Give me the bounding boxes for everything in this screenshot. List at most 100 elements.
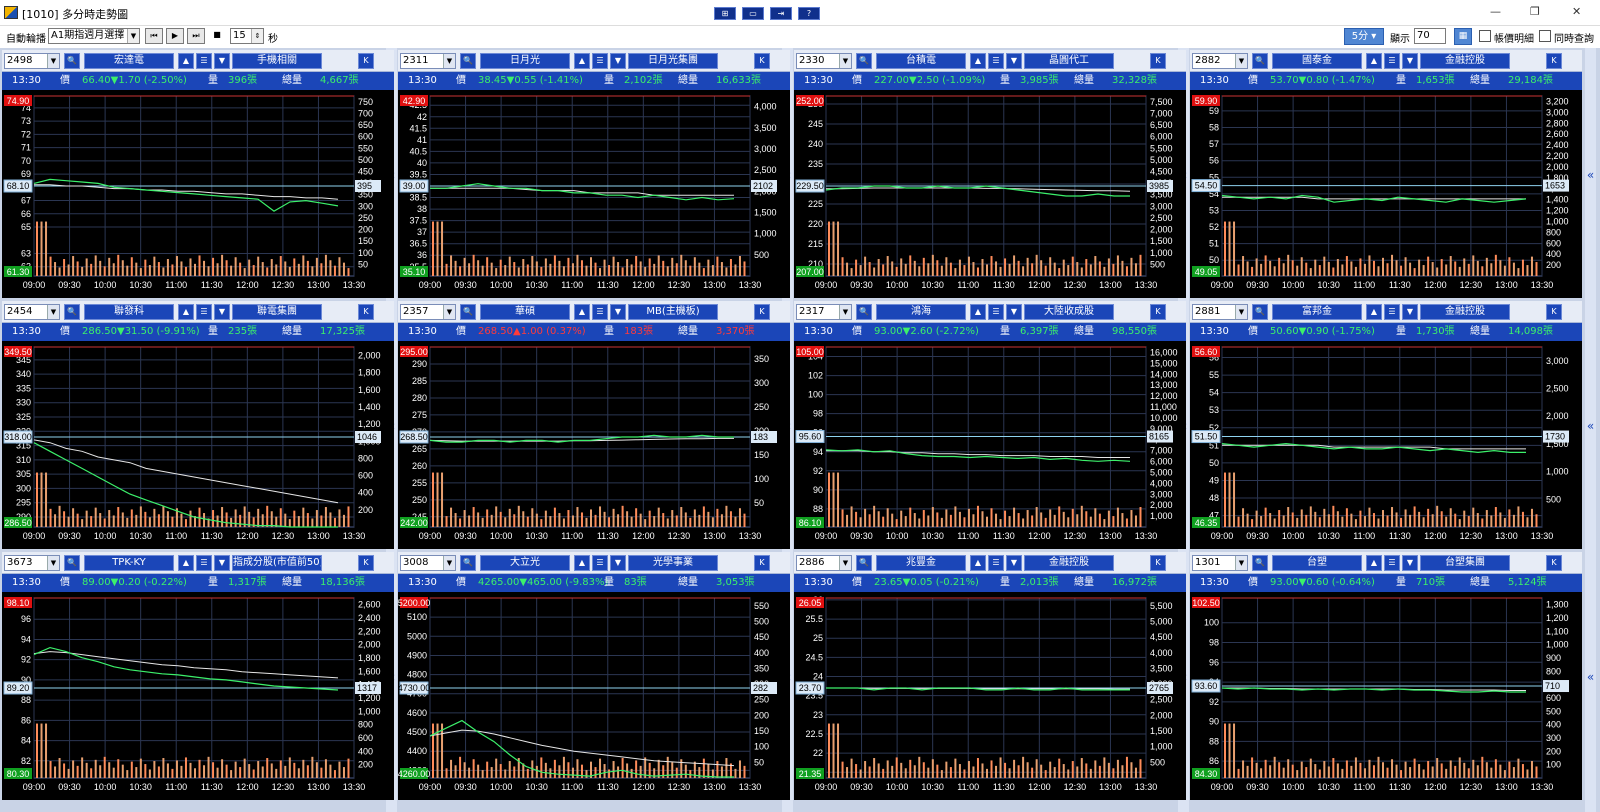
stock-name-button[interactable]: 日月光 [480,53,570,69]
k-chart-button[interactable]: K [754,555,770,571]
stock-name-button[interactable]: 宏達電 [84,53,174,69]
stock-name-button[interactable]: 華碩 [480,304,570,320]
arrow-down-icon[interactable]: ▼ [610,555,626,571]
stock-code-select[interactable]: 2882 ▼ [1192,53,1248,69]
arrow-up-icon[interactable]: ▲ [574,53,590,69]
grid-icon[interactable]: ▦ [1454,28,1472,45]
search-icon[interactable]: 🔍 [1252,304,1268,320]
auto-select[interactable]: A1期指週月選擇 ▼ [48,28,140,44]
group-button[interactable]: 手機相關 [232,53,322,69]
search-icon[interactable]: 🔍 [64,304,80,320]
stock-name-button[interactable]: 富邦金 [1272,304,1362,320]
arrow-down-icon[interactable]: ▼ [214,555,230,571]
search-icon[interactable]: 🔍 [64,53,80,69]
search-icon[interactable]: 🔍 [856,555,872,571]
list-icon[interactable]: ☰ [1384,53,1400,69]
last-button[interactable]: ⏭ [187,28,205,44]
stock-name-button[interactable]: 聯發科 [84,304,174,320]
group-button[interactable]: 金融控股 [1024,555,1114,571]
search-icon[interactable]: 🔍 [64,555,80,571]
arrow-up-icon[interactable]: ▲ [178,555,194,571]
arrow-up-icon[interactable]: ▲ [970,304,986,320]
group-button[interactable]: 指成分股(市值前50) [232,555,322,571]
stock-code-select[interactable]: 1301 ▼ [1192,555,1248,571]
k-chart-button[interactable]: K [358,53,374,69]
group-button[interactable]: MB(主機板) [628,304,718,320]
k-chart-button[interactable]: K [358,555,374,571]
stock-name-button[interactable]: 鴻海 [876,304,966,320]
export-icon[interactable]: ⇥ [770,7,792,20]
arrow-down-icon[interactable]: ▼ [610,304,626,320]
group-button[interactable]: 金融控股 [1420,53,1510,69]
list-icon[interactable]: ☰ [988,555,1004,571]
stock-name-button[interactable]: 台積電 [876,53,966,69]
list-icon[interactable]: ☰ [592,53,608,69]
group-button[interactable]: 晶圓代工 [1024,53,1114,69]
search-icon[interactable]: 🔍 [1252,555,1268,571]
collapse-icon[interactable]: « [1585,419,1596,433]
search-icon[interactable]: 🔍 [460,304,476,320]
stock-code-select[interactable]: 2317 ▼ [796,304,852,320]
search-icon[interactable]: 🔍 [856,53,872,69]
checkbox-detail[interactable] [1479,30,1491,42]
k-chart-button[interactable]: K [358,304,374,320]
collapse-icon[interactable]: « [1585,168,1596,182]
period-button[interactable]: 5分 ▾ [1344,28,1384,45]
arrow-down-icon[interactable]: ▼ [1006,555,1022,571]
stock-code-select[interactable]: 2357 ▼ [400,304,456,320]
list-icon[interactable]: ☰ [1384,304,1400,320]
layout-icon[interactable]: ⊞ [714,7,736,20]
stock-name-button[interactable]: 國泰金 [1272,53,1362,69]
k-chart-button[interactable]: K [1546,555,1562,571]
arrow-down-icon[interactable]: ▼ [610,53,626,69]
list-icon[interactable]: ☰ [592,555,608,571]
arrow-down-icon[interactable]: ▼ [214,53,230,69]
stock-code-select[interactable]: 2454 ▼ [4,304,60,320]
list-icon[interactable]: ☰ [196,555,212,571]
checkbox-sync[interactable] [1539,30,1551,42]
search-icon[interactable]: 🔍 [856,304,872,320]
group-button[interactable]: 光學事業 [628,555,718,571]
list-icon[interactable]: ☰ [988,53,1004,69]
stock-name-button[interactable]: 大立光 [480,555,570,571]
play-button[interactable]: ▶ [166,28,184,44]
close-button[interactable]: ✕ [1572,5,1581,18]
k-chart-button[interactable]: K [1150,555,1166,571]
stop-button[interactable]: ■ [208,28,226,44]
arrow-up-icon[interactable]: ▲ [178,53,194,69]
restore-button[interactable]: ❐ [1530,5,1540,18]
stock-code-select[interactable]: 3673 ▼ [4,555,60,571]
group-button[interactable]: 大陸收成股 [1024,304,1114,320]
group-button[interactable]: 金融控股 [1420,304,1510,320]
minimize-button[interactable]: — [1490,5,1501,18]
arrow-up-icon[interactable]: ▲ [1366,53,1382,69]
stock-code-select[interactable]: 3008 ▼ [400,555,456,571]
stock-code-select[interactable]: 2886 ▼ [796,555,852,571]
group-button[interactable]: 台塑集團 [1420,555,1510,571]
stock-name-button[interactable]: 兆豐金 [876,555,966,571]
stock-code-select[interactable]: 2881 ▼ [1192,304,1248,320]
search-icon[interactable]: 🔍 [1252,53,1268,69]
help-icon[interactable]: ? [798,7,820,20]
first-button[interactable]: ⏮ [145,28,163,44]
arrow-down-icon[interactable]: ▼ [1402,53,1418,69]
list-icon[interactable]: ☰ [196,304,212,320]
arrow-up-icon[interactable]: ▲ [970,555,986,571]
stock-code-select[interactable]: 2311 ▼ [400,53,456,69]
stock-code-select[interactable]: 2330 ▼ [796,53,852,69]
arrow-down-icon[interactable]: ▼ [1006,53,1022,69]
arrow-down-icon[interactable]: ▼ [1006,304,1022,320]
k-chart-button[interactable]: K [1150,304,1166,320]
k-chart-button[interactable]: K [1150,53,1166,69]
arrow-up-icon[interactable]: ▲ [574,555,590,571]
arrow-down-icon[interactable]: ▼ [214,304,230,320]
window-icon[interactable]: ▭ [742,7,764,20]
search-icon[interactable]: 🔍 [460,555,476,571]
stock-code-select[interactable]: 2498 ▼ [4,53,60,69]
list-icon[interactable]: ☰ [196,53,212,69]
arrow-up-icon[interactable]: ▲ [574,304,590,320]
group-button[interactable]: 日月光集團 [628,53,718,69]
group-button[interactable]: 聯電集團 [232,304,322,320]
list-icon[interactable]: ☰ [592,304,608,320]
stock-name-button[interactable]: TPK-KY [84,555,174,571]
